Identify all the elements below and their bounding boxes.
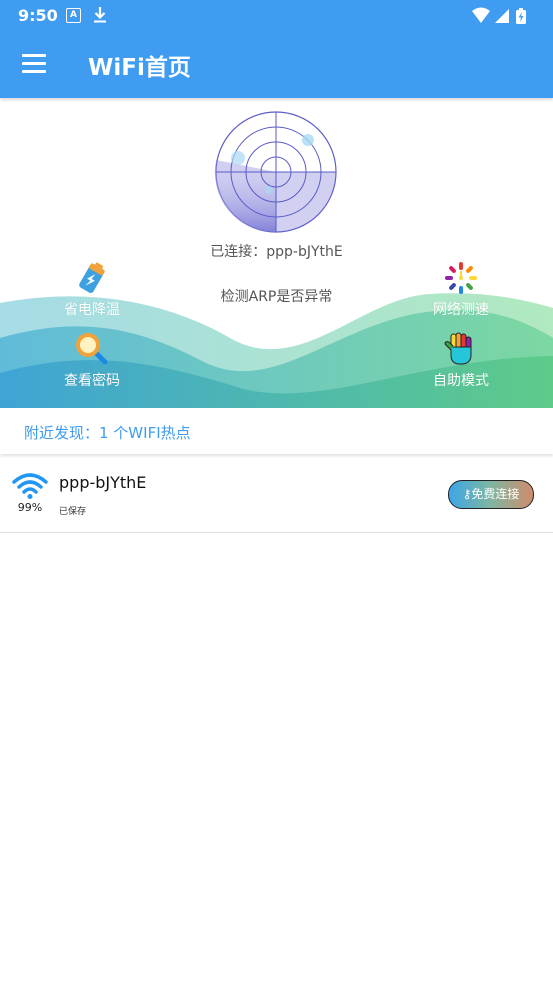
status-time: 9:50 [18,6,58,25]
hero-section: 已连接：ppp-bJYthE 检测ARP是否异常 省电降温 网络测速 查看密码 … [0,98,553,408]
download-icon [94,7,106,23]
signal-percentage: 99% [17,501,43,514]
nearby-bar: 附近发现：1 个WIFI热点 [0,408,553,454]
radar-icon [214,111,337,233]
wifi-signal-icon [12,473,48,499]
nearby-count: 附近发现：1 个WIFI热点 [24,424,191,442]
status-icons [472,7,526,24]
wifi-ssid: ppp-bJYthE [59,473,147,492]
app-bar: WiFi首页 [0,32,553,98]
connected-status: 已连接：ppp-bJYthE [210,244,343,260]
feature-label: 网络测速 [433,302,489,318]
page-title: WiFi首页 [88,55,191,81]
hand-icon [444,332,472,365]
feature-power-save[interactable]: 省电降温 [37,260,147,319]
magnifier-icon [76,333,108,365]
battery-charging-icon [516,8,526,24]
battery-icon [79,262,105,294]
a-badge-icon: A [66,8,81,23]
list-item[interactable]: 99% ppp-bJYthE 已保存 ⚷免费连接 [0,458,553,533]
cellular-signal-icon [495,9,509,23]
status-bar: 9:50 A [0,0,553,32]
wifi-status: 已保存 [59,507,87,517]
feature-label: 查看密码 [64,373,120,389]
feature-label: 省电降温 [64,302,120,318]
feature-label: 自助模式 [433,373,489,389]
free-connect-button[interactable]: ⚷免费连接 [448,480,534,509]
feature-view-password[interactable]: 查看密码 [37,331,147,390]
speedometer-icon [445,262,477,294]
feature-speed-test[interactable]: 网络测速 [406,260,516,319]
hamburger-menu-icon[interactable] [22,54,46,74]
wifi-icon [472,7,490,23]
feature-self-service[interactable]: 自助模式 [406,331,516,390]
